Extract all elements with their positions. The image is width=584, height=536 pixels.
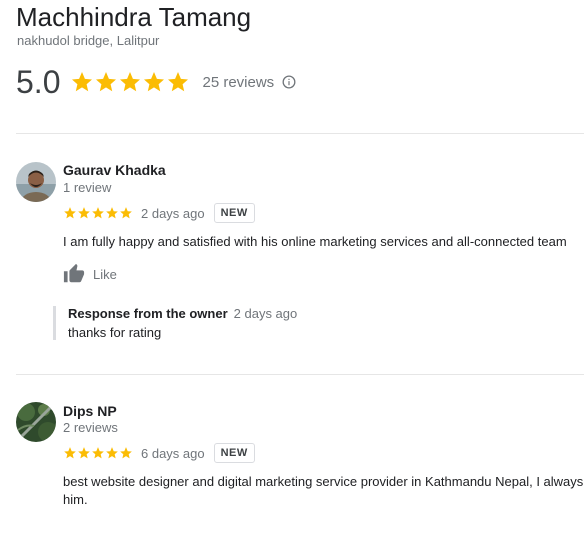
star-icon xyxy=(92,447,104,459)
rating-stars xyxy=(70,70,190,94)
reviewer-review-count: 1 review xyxy=(63,180,112,195)
star-icon xyxy=(64,207,76,219)
info-icon[interactable] xyxy=(282,75,296,89)
star-icon xyxy=(120,447,132,459)
avatar[interactable] xyxy=(16,162,56,202)
owner-response-label: Response from the owner xyxy=(68,306,228,321)
avatar[interactable] xyxy=(16,402,56,442)
thumbs-up-icon xyxy=(63,263,85,283)
owner-response-text: thanks for rating xyxy=(68,325,162,340)
like-button[interactable]: Like xyxy=(63,263,117,285)
reviewer-review-count: 2 reviews xyxy=(63,420,118,435)
star-icon xyxy=(78,207,90,219)
star-icon xyxy=(144,72,165,92)
star-icon xyxy=(106,207,118,219)
review-date: 6 days ago xyxy=(141,445,205,461)
reviewer-name[interactable]: Dips NP xyxy=(63,403,117,419)
review-stars xyxy=(63,206,133,220)
review-meta: 6 days ago NEW xyxy=(63,443,255,463)
star-icon xyxy=(72,72,93,92)
owner-response-date: 2 days ago xyxy=(233,306,298,321)
star-icon xyxy=(64,447,76,459)
new-badge: NEW xyxy=(213,443,255,463)
new-badge: NEW xyxy=(213,203,255,223)
star-icon xyxy=(96,72,117,92)
review-text: best website designer and digital market… xyxy=(63,474,584,507)
review-meta: 2 days ago NEW xyxy=(63,203,255,223)
star-icon xyxy=(106,447,118,459)
divider xyxy=(16,133,584,134)
star-icon xyxy=(168,72,189,92)
reviewer-name[interactable]: Gaurav Khadka xyxy=(63,162,166,178)
star-icon xyxy=(120,207,132,219)
average-rating: 5.0 xyxy=(16,64,61,100)
reviews-count: 25 reviews xyxy=(202,73,275,91)
business-name: Machhindra Tamang xyxy=(16,2,252,32)
star-icon xyxy=(92,207,104,219)
review-text: I am fully happy and satisfied with his … xyxy=(63,234,567,249)
review-date: 2 days ago xyxy=(141,205,205,221)
star-icon xyxy=(78,447,90,459)
business-address: nakhudol bridge, Lalitpur xyxy=(17,33,160,48)
owner-response: Response from the owner 2 days ago thanks… xyxy=(53,306,297,340)
review-stars xyxy=(63,446,133,460)
rating-summary: 5.0 25 reviews xyxy=(16,62,296,102)
star-icon xyxy=(120,72,141,92)
divider xyxy=(16,374,584,375)
like-label: Like xyxy=(93,266,117,282)
